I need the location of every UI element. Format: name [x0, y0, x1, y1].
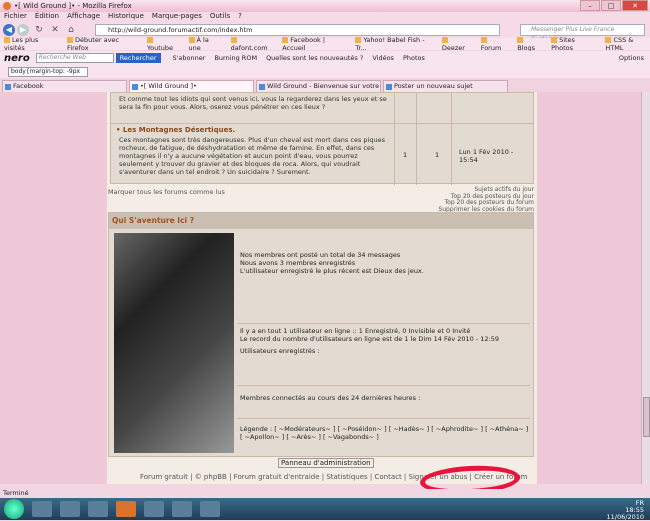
forum-row2-topics: 1: [403, 151, 408, 159]
nero-item[interactable]: Vidéos: [372, 54, 394, 62]
stat-members: Nous avons 3 membres enregistrés: [240, 259, 356, 267]
stat-posts: Nos membres ont posté un total de 34 mes…: [240, 251, 401, 259]
firefox-icon: [3, 2, 11, 10]
reload-button[interactable]: ↻: [33, 24, 45, 36]
bookmark-item[interactable]: CSS & HTML: [605, 36, 650, 52]
close-button[interactable]: ✕: [622, 0, 648, 11]
tab-poster-sujet[interactable]: Poster un nouveau sujet: [383, 80, 508, 92]
start-button[interactable]: [4, 499, 24, 519]
menu-edition[interactable]: Édition: [35, 12, 59, 22]
online-registered: Utilisateurs enregistrés :: [240, 347, 320, 355]
tab-facebook[interactable]: Facebook: [2, 80, 127, 92]
firefox-taskbar-icon[interactable]: [116, 501, 136, 517]
online-block: Il y a en tout 1 utilisateur en ligne ::…: [237, 323, 530, 355]
nero-search-input[interactable]: Recherche Web: [35, 53, 114, 63]
forward-button[interactable]: ▶: [17, 24, 29, 36]
bookmark-item[interactable]: Yahoo! Babel Fish - Tr...: [355, 36, 432, 52]
bookmark-item[interactable]: À la une: [189, 36, 221, 52]
bookmark-item[interactable]: Les plus visités: [4, 36, 57, 52]
menu-fichier[interactable]: Fichier: [4, 12, 27, 22]
forum-row2-lastpost: Lun 1 Fév 2010 - 15:54: [459, 148, 514, 164]
taskbar-app-icon[interactable]: [32, 501, 52, 517]
taskbar-app-icon[interactable]: [88, 501, 108, 517]
mark-read-link[interactable]: Marquer tous les forums comme lus: [108, 188, 225, 196]
taskbar-app-icon[interactable]: [200, 501, 220, 517]
page-background-left: [0, 92, 107, 484]
system-tray: FR 18:55 11/06/2010: [607, 500, 644, 521]
tab-wild-ground[interactable]: •[ Wild Ground ]•: [129, 80, 254, 92]
admin-panel-link[interactable]: Panneau d'administration: [278, 458, 374, 468]
stats-block: Nos membres ont posté un total de 34 mes…: [237, 251, 530, 275]
nero-item[interactable]: Photos: [403, 54, 425, 62]
search-input[interactable]: Messenger Plus Live France Customize: [520, 24, 645, 43]
bookmark-item[interactable]: Forum: [481, 36, 508, 52]
nero-toolbar: nero Recherche Web Rechercher S'abonner …: [0, 51, 650, 65]
last24-block: Membres connectés au cours des 24 derniè…: [237, 385, 530, 402]
menu-historique[interactable]: Historique: [108, 12, 144, 22]
taskbar-app-icon[interactable]: [144, 501, 164, 517]
bookmark-item[interactable]: Sites Photos: [551, 36, 595, 52]
taskbar-app-icon[interactable]: [60, 501, 80, 517]
who-online-box: Qui S'aventure Ici ? Nos membres ont pos…: [108, 212, 534, 457]
who-online-title: Qui S'aventure Ici ?: [109, 213, 533, 229]
menu-affichage[interactable]: Affichage: [67, 12, 100, 22]
menu-bar: Fichier Édition Affichage Historique Mar…: [0, 12, 650, 22]
tab-bar: Facebook •[ Wild Ground ]• Wild Ground -…: [0, 79, 650, 101]
bookmarks-bar: Les plus visités Débuter avec Firefox Yo…: [0, 36, 650, 52]
horse-photo: [114, 233, 234, 453]
forum-row2-desc: Ces montagnes sont très dangereuses. Plu…: [119, 136, 385, 176]
nero-search-button[interactable]: Rechercher: [115, 53, 161, 63]
menu-help[interactable]: ?: [238, 12, 242, 22]
scroll-thumb[interactable]: [643, 397, 650, 437]
window-title: •[ Wild Ground ]• - Mozilla Firefox: [14, 2, 132, 10]
nero-options[interactable]: Options: [619, 54, 644, 62]
menu-outils[interactable]: Outils: [210, 12, 230, 22]
tab-wild-ground-welcome[interactable]: Wild Ground - Bienvenue sur votre ...: [256, 80, 381, 101]
nero-item[interactable]: Quelles sont les nouveautés ?: [266, 54, 363, 62]
nero-logo: nero: [4, 52, 30, 64]
taskbar-app-icon[interactable]: [172, 501, 192, 517]
forum-table: Et comme tout les idiots qui sont venus …: [110, 92, 534, 185]
forum-row1-desc: Et comme tout les idiots qui sont venus …: [119, 95, 387, 111]
bookmark-item[interactable]: Deezer: [442, 36, 471, 52]
bookmark-item[interactable]: Facebook | Accueil: [282, 36, 345, 52]
menu-marque-pages[interactable]: Marque-pages: [152, 12, 202, 22]
bookmark-item[interactable]: Blogs: [517, 36, 541, 52]
taskbar: [0, 498, 650, 520]
online-total: Il y a en tout 1 utilisateur en ligne ::…: [240, 327, 471, 335]
url-bar[interactable]: http://wild-ground.forumactif.com/index.…: [95, 24, 500, 36]
back-button[interactable]: ◀: [3, 24, 15, 36]
online-record: Le record du nombre d'utilisateurs en li…: [240, 335, 499, 343]
bookmark-item[interactable]: Débuter avec Firefox: [67, 36, 137, 52]
minimize-button[interactable]: –: [580, 0, 600, 11]
stop-button[interactable]: ✕: [49, 24, 61, 36]
home-button[interactable]: ⌂: [65, 24, 77, 36]
forum-row2-title[interactable]: • Les Montagnes Désertiques.: [116, 126, 235, 134]
status-bar: Terminé: [0, 489, 650, 498]
legend-block: Légende : [ ~Modérateurs~ ] [ ~Poséidon~…: [237, 418, 530, 441]
bookmark-item[interactable]: dafont.com: [231, 36, 273, 52]
window-titlebar: •[ Wild Ground ]• - Mozilla Firefox – □ …: [0, 0, 650, 12]
css-input[interactable]: body{margin-top: -9px: [8, 66, 88, 77]
nero-item[interactable]: S'abonner: [173, 54, 206, 62]
forum-row2-posts: 1: [435, 151, 440, 159]
right-links: Sujets actifs du jour Top 20 des posteur…: [438, 186, 534, 213]
bookmark-item[interactable]: Youtube: [147, 36, 179, 52]
css-toolbar: body{margin-top: -9px: [0, 65, 650, 78]
vertical-scrollbar[interactable]: [641, 92, 650, 484]
stat-newest: L'utilisateur enregistré le plus récent …: [240, 267, 424, 275]
nero-item[interactable]: Burning ROM: [214, 54, 257, 62]
maximize-button[interactable]: □: [601, 0, 621, 11]
page-background-right: [537, 92, 650, 484]
